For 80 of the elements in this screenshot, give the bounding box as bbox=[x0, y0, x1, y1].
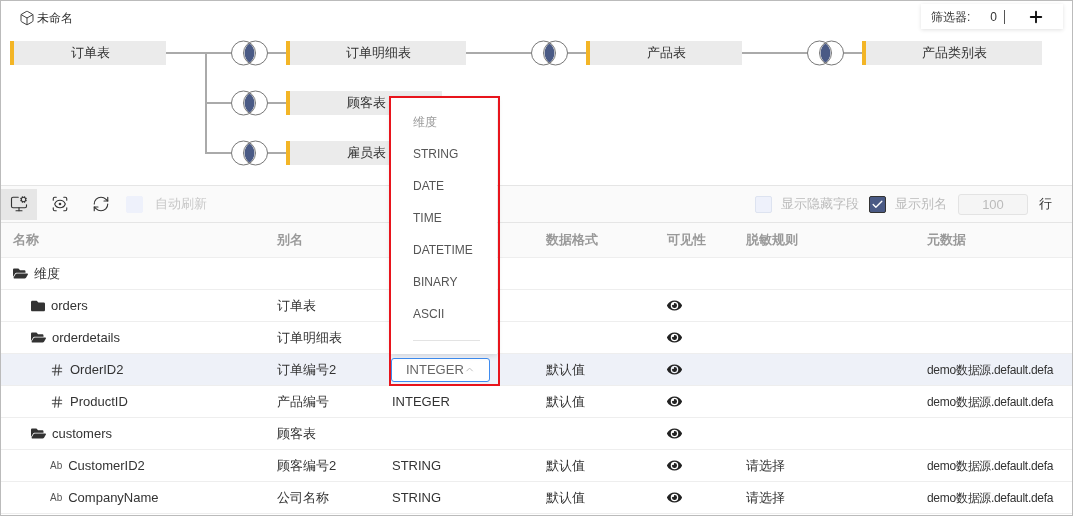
table-node[interactable]: 产品表 bbox=[586, 41, 742, 65]
alias-text: 订单表 bbox=[277, 296, 316, 315]
monitor-gear-icon bbox=[10, 195, 28, 213]
alias-text: 顾客表 bbox=[277, 424, 316, 443]
join-icon[interactable] bbox=[231, 140, 268, 166]
column-header: 可见性 bbox=[667, 231, 706, 250]
refresh-icon bbox=[92, 195, 110, 213]
menu-item[interactable]: TIME bbox=[413, 202, 497, 234]
field-name: orders bbox=[51, 296, 88, 315]
field-name: CustomerID2 bbox=[68, 456, 145, 475]
field-name: 维度 bbox=[34, 264, 60, 283]
connector-line bbox=[267, 152, 287, 154]
mask-rule-text: 请选择 bbox=[746, 456, 785, 475]
eye-icon[interactable] bbox=[667, 490, 682, 505]
join-icon[interactable] bbox=[807, 40, 844, 66]
table-node[interactable]: 订单表 bbox=[10, 41, 166, 65]
join-icon[interactable] bbox=[231, 40, 268, 66]
connector-line bbox=[267, 102, 287, 104]
eye-icon[interactable] bbox=[667, 298, 682, 313]
menu-item[interactable]: DATETIME bbox=[413, 234, 497, 266]
eye-icon[interactable] bbox=[667, 362, 682, 377]
format-text: 默认值 bbox=[546, 456, 585, 475]
alias-text: 公司名称 bbox=[277, 488, 329, 507]
field-name: orderdetails bbox=[52, 328, 120, 347]
metadata-text: demo数据源.default.defa bbox=[927, 457, 1054, 475]
metadata-text: demo数据源.default.defa bbox=[927, 393, 1054, 411]
metadata-text: demo数据源.default.defa bbox=[927, 361, 1054, 379]
field-name: customers bbox=[52, 424, 112, 443]
column-header: 元数据 bbox=[927, 231, 966, 250]
field-name: ProductID bbox=[70, 392, 128, 411]
filter-label: 筛选器: bbox=[931, 8, 971, 26]
text-type-icon: Ab bbox=[50, 492, 63, 503]
alias-text: 产品编号 bbox=[277, 392, 329, 411]
eye-icon[interactable] bbox=[667, 330, 682, 345]
filter-count: 0 bbox=[990, 8, 998, 26]
format-text: 默认值 bbox=[546, 392, 585, 411]
monitor-gear-button[interactable] bbox=[1, 188, 37, 220]
menu-item[interactable]: BINARY bbox=[413, 266, 497, 298]
show-alias-label: 显示别名 bbox=[895, 195, 947, 214]
menu-item[interactable]: DATE bbox=[413, 170, 497, 202]
format-text: 默认值 bbox=[546, 488, 585, 507]
column-header: 别名 bbox=[277, 231, 303, 250]
metadata-text: demo数据源.default.defa bbox=[927, 489, 1054, 507]
type-text: STRING bbox=[392, 456, 442, 475]
join-icon[interactable] bbox=[231, 90, 268, 116]
cube-icon bbox=[19, 10, 35, 26]
connector-line bbox=[567, 52, 587, 54]
eye-icon[interactable] bbox=[667, 426, 682, 441]
eye-icon[interactable] bbox=[667, 394, 682, 409]
alias-text: 顾客编号2 bbox=[277, 456, 337, 475]
column-header: 脱敏规则 bbox=[746, 231, 798, 250]
menu-item[interactable]: ASCII bbox=[413, 298, 497, 330]
text-type-icon: Ab bbox=[50, 460, 63, 471]
hash-icon bbox=[50, 394, 64, 409]
type-text: INTEGER bbox=[392, 392, 450, 411]
selected-row[interactable]: OrderID2 订单编号2 INTEGER 默认值 demo数据源.default.defa bbox=[1, 354, 1072, 386]
column-header: 名称 bbox=[13, 231, 39, 250]
connector-line bbox=[741, 52, 808, 54]
field-name: OrderID2 bbox=[70, 360, 124, 379]
connector-line bbox=[267, 52, 287, 54]
eye-scan-icon bbox=[51, 195, 69, 213]
row-unit-label: 行 bbox=[1039, 195, 1052, 214]
join-icon[interactable] bbox=[531, 40, 568, 66]
type-select[interactable]: INTEGER bbox=[391, 357, 490, 382]
connector-line bbox=[843, 52, 863, 54]
connector-line bbox=[465, 52, 532, 54]
checkbox[interactable] bbox=[869, 195, 886, 213]
alias-text: 订单编号2 bbox=[277, 360, 337, 379]
alias-text: 订单明细表 bbox=[277, 328, 342, 347]
type-text: STRING bbox=[392, 488, 442, 507]
eye-icon[interactable] bbox=[667, 458, 682, 473]
table-node[interactable]: 产品类别表 bbox=[862, 41, 1042, 65]
format-text: 默认值 bbox=[546, 360, 585, 379]
column-header: 数据格式 bbox=[546, 231, 598, 250]
field-name: CompanyName bbox=[68, 488, 159, 507]
table-node[interactable]: 订单明细表 bbox=[286, 41, 466, 65]
mask-rule-text: 请选择 bbox=[746, 488, 785, 507]
hash-icon bbox=[50, 362, 64, 377]
show-hidden-label: 显示隐藏字段 bbox=[781, 195, 859, 214]
model-title: 未命名 bbox=[37, 10, 73, 27]
